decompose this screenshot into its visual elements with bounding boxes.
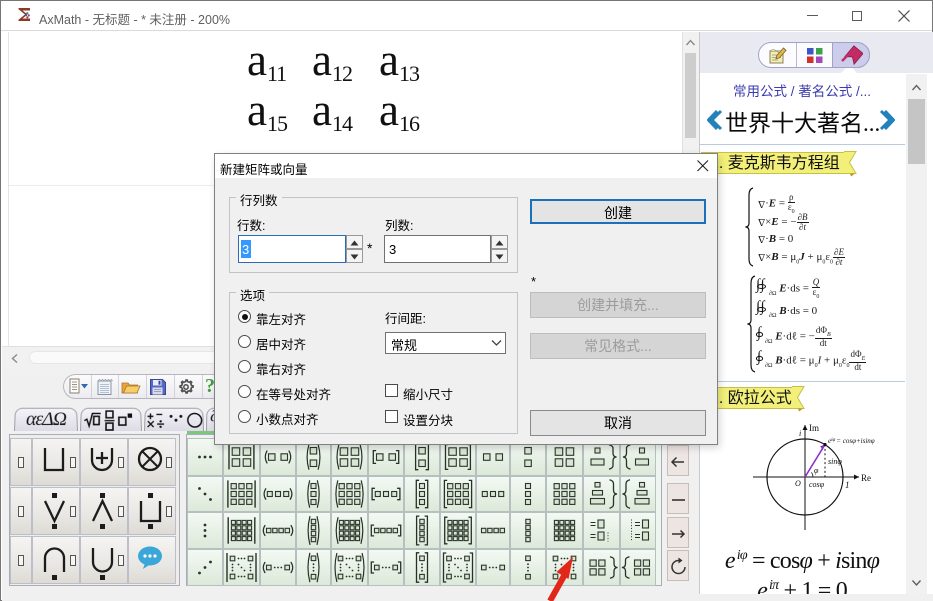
svg-text:Re: Re (861, 473, 871, 483)
svg-text:eiφ= cosφ+isinφ: eiφ= cosφ+isinφ (828, 437, 875, 445)
svg-text:sinφ: sinφ (828, 457, 842, 466)
svg-text:O: O (795, 479, 801, 488)
svg-text:1: 1 (845, 480, 850, 490)
svg-text:i: i (799, 429, 801, 438)
svg-text:φ: φ (814, 466, 819, 475)
svg-text:Im: Im (809, 423, 819, 433)
svg-text:cosφ: cosφ (809, 480, 825, 489)
